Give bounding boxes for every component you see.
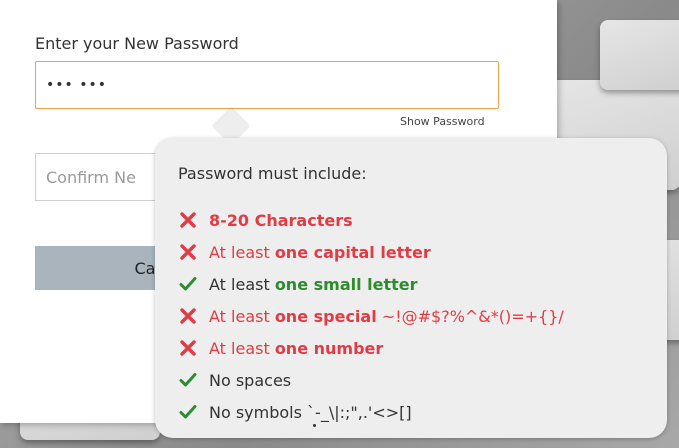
rule-text: No symbols `-_\|:;",.'<>[] (209, 403, 412, 422)
password-rule: At least one small letter (179, 268, 564, 300)
rule-emphasis: 8-20 Characters (209, 210, 353, 230)
tooltip-title: Password must include: (178, 164, 367, 183)
check-icon (179, 277, 197, 291)
cross-icon (180, 212, 196, 228)
rule-text: At least one number (209, 339, 383, 358)
cross-icon (180, 340, 196, 356)
rule-prefix: At least (209, 338, 275, 358)
password-rule: No spaces (179, 364, 564, 396)
rule-text: At least one small letter (209, 275, 418, 294)
keyboard-key (600, 20, 679, 90)
rule-emphasis: one capital letter (274, 242, 431, 262)
password-rules-list: 8-20 Characters At least one capital lett… (179, 204, 564, 428)
password-rule: At least one number (179, 332, 564, 364)
check-icon (179, 405, 197, 419)
password-rule: 8-20 Characters (179, 204, 564, 236)
rule-emphasis: one number (274, 338, 384, 358)
show-password-link[interactable]: Show Password (400, 115, 485, 128)
rule-emphasis: one special (274, 306, 377, 326)
new-password-input[interactable]: ••• ••• (35, 61, 499, 109)
rule-prefix: At least (209, 242, 275, 262)
rule-emphasis: one small letter (274, 274, 418, 294)
rule-text: At least one special ~!@#$?%^&*()=+{}/ (209, 307, 564, 326)
rule-prefix: No spaces (209, 370, 292, 390)
rule-text: At least one capital letter (209, 243, 431, 262)
password-rule: No symbols `-_\|:;",.'<>[] (179, 396, 564, 428)
rule-suffix: ~!@#$?%^&*()=+{}/ (376, 306, 564, 326)
password-rule: At least one special ~!@#$?%^&*()=+{}/ (179, 300, 564, 332)
rule-text: No spaces (209, 371, 291, 390)
rule-prefix: At least (209, 274, 275, 294)
cursor-dot (313, 424, 316, 427)
password-rule: At least one capital letter (179, 236, 564, 268)
rule-prefix: No symbols `-_\|:;",.'<>[] (209, 402, 412, 422)
cross-icon (180, 244, 196, 260)
password-rules-tooltip: Password must include: 8-20 Characters At… (155, 138, 667, 438)
rule-text: 8-20 Characters (209, 211, 353, 230)
check-icon (179, 373, 197, 387)
new-password-label: Enter your New Password (35, 34, 239, 53)
cross-icon (180, 308, 196, 324)
rule-prefix: At least (209, 306, 275, 326)
